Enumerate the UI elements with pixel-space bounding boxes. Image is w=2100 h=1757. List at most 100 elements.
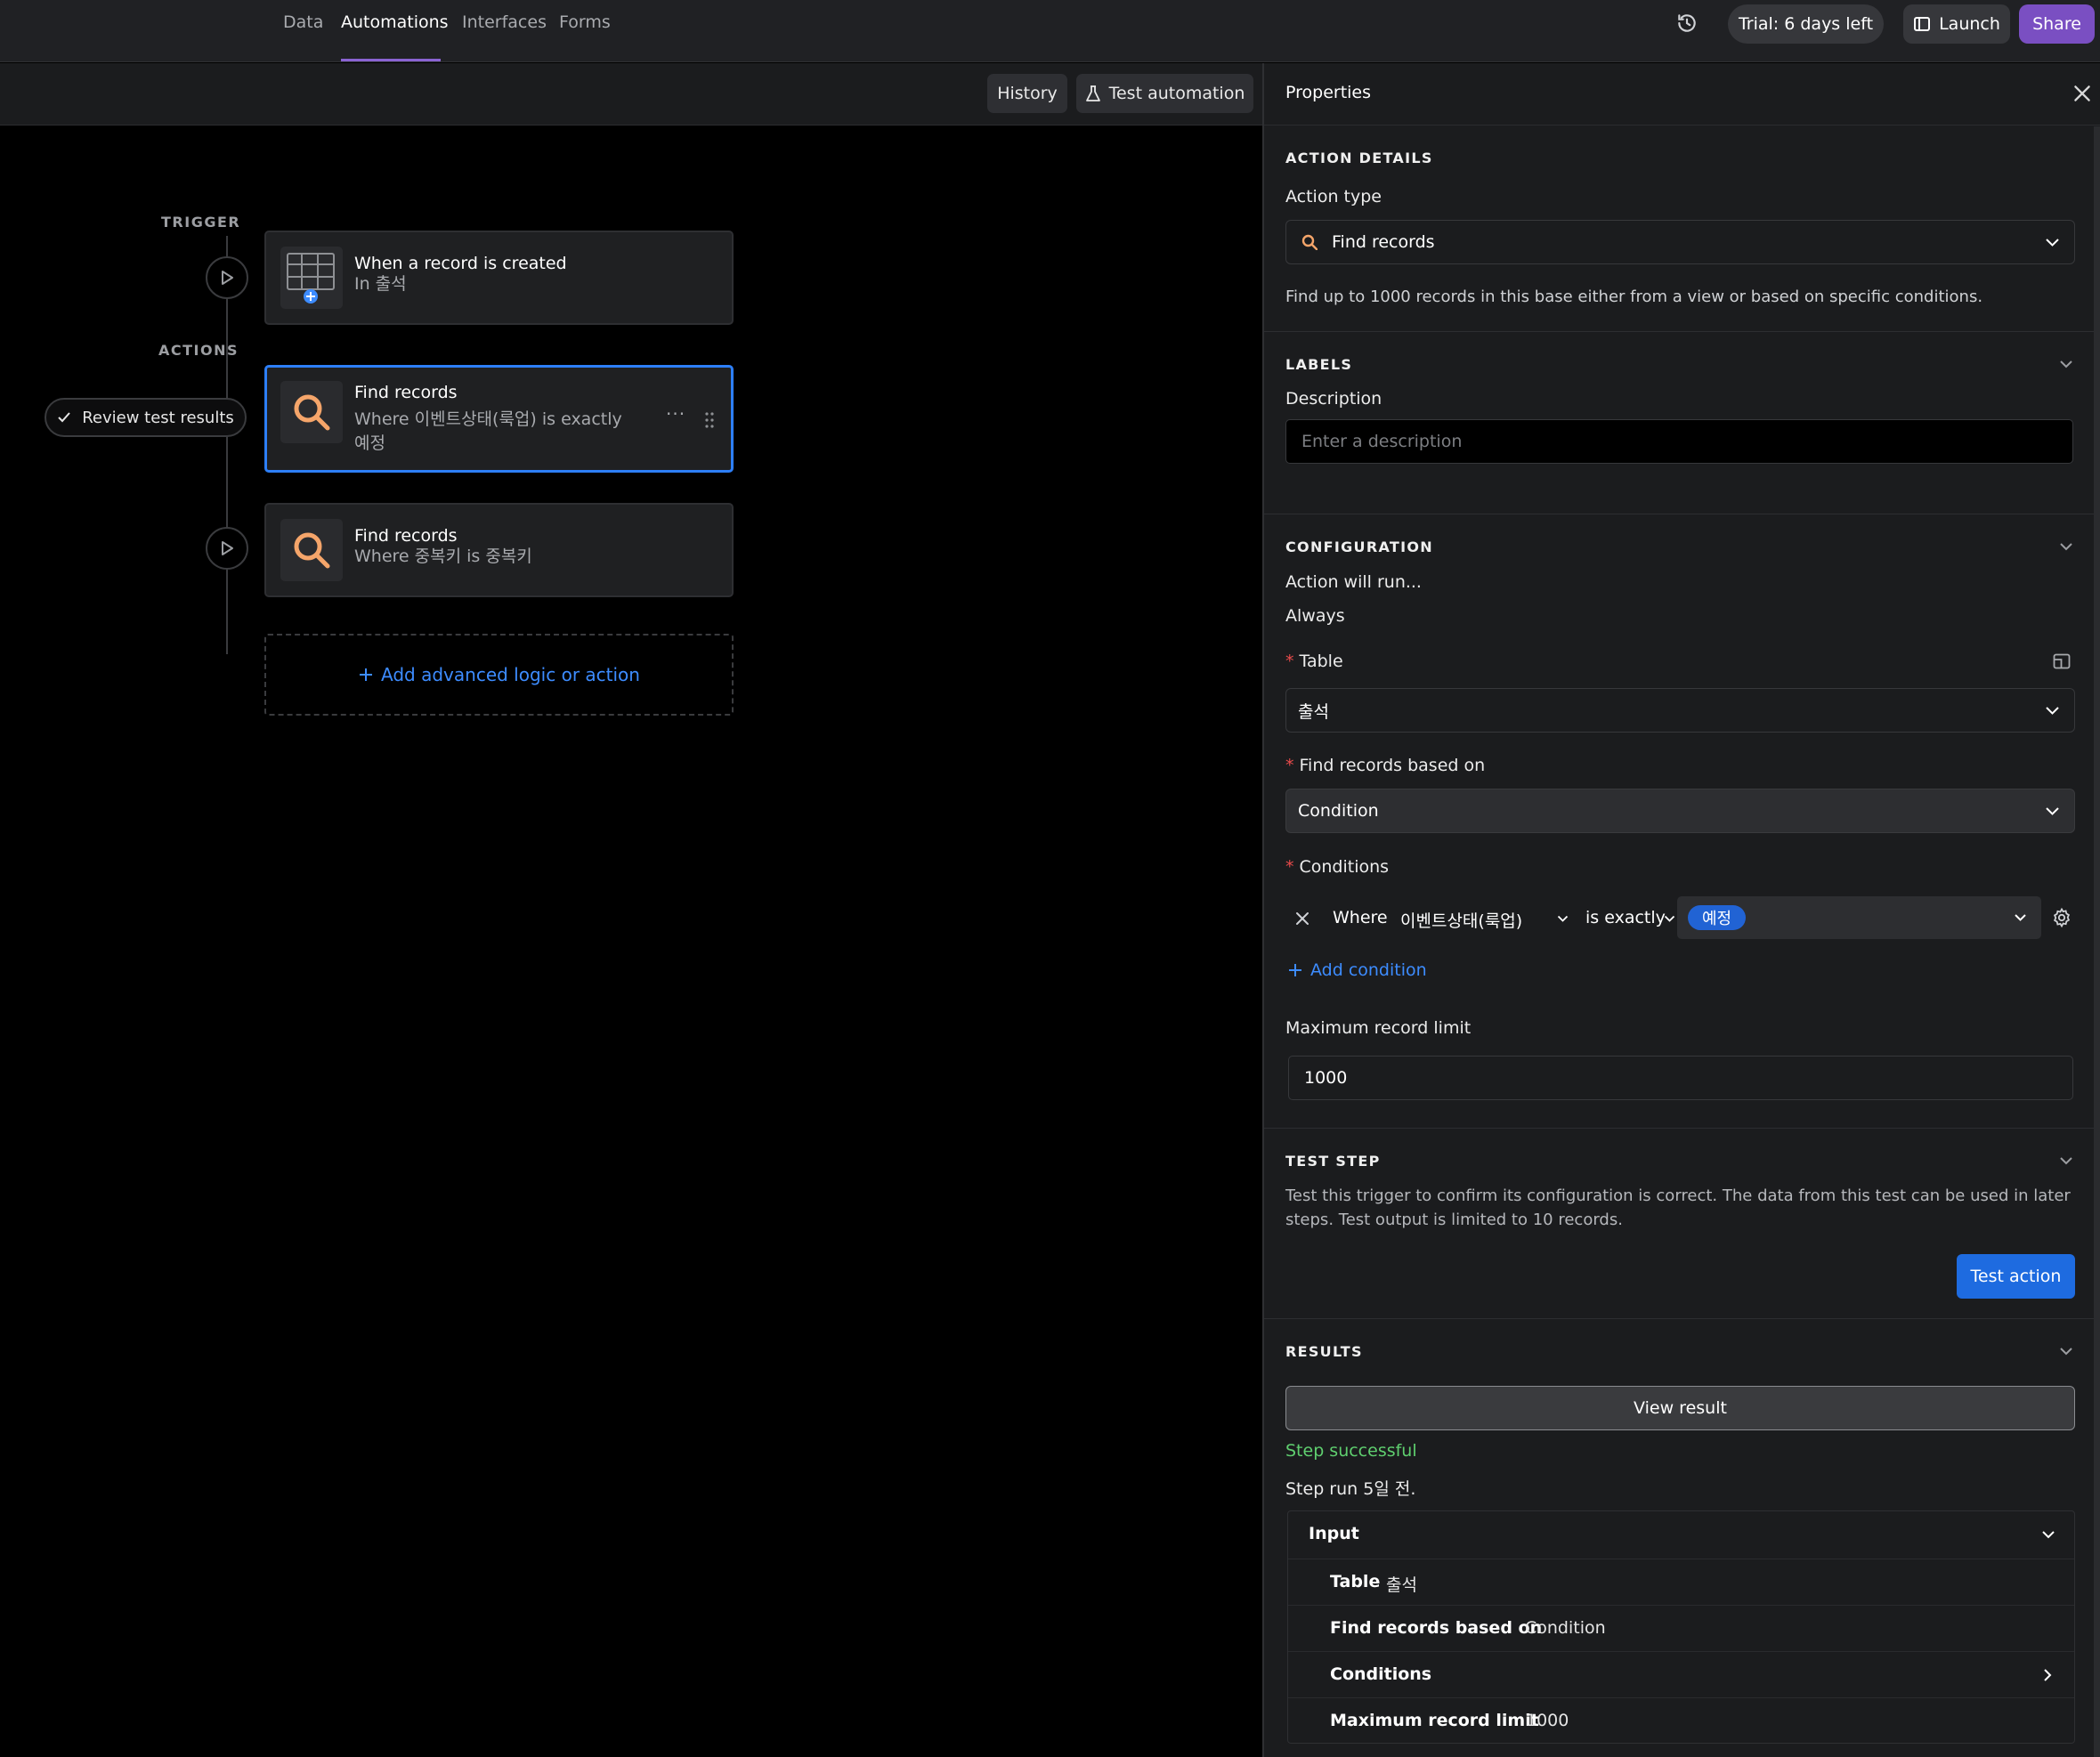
- section-divider: [1264, 331, 2100, 332]
- chevron-down-icon[interactable]: [2058, 1346, 2074, 1356]
- plus-icon: [360, 668, 373, 681]
- plus-icon: [1289, 964, 1301, 976]
- check-icon: [58, 412, 70, 423]
- test-step-heading: TEST STEP: [1285, 1153, 1381, 1170]
- table-label: * Table: [1285, 652, 1343, 671]
- expand-panel-icon[interactable]: [2053, 653, 2071, 669]
- drag-handle-icon[interactable]: [705, 412, 714, 428]
- conditions-label: * Conditions: [1285, 857, 1390, 877]
- run-value: Always: [1285, 606, 1345, 626]
- action-card-find-records-1[interactable]: Find records Where 이벤트상태(룩업) is exactly …: [264, 365, 734, 473]
- condition-value-tag: 예정: [1688, 905, 1747, 930]
- section-divider: [1264, 1128, 2100, 1129]
- test-step-text-line1: Test this trigger to confirm its configu…: [1285, 1186, 2071, 1205]
- review-test-results-button[interactable]: Review test results: [45, 398, 247, 437]
- test-action-button[interactable]: Test action: [1957, 1254, 2075, 1299]
- action-details-heading: ACTION DETAILS: [1285, 150, 1433, 166]
- action-type-select[interactable]: Find records: [1285, 220, 2075, 264]
- input-row-based-on: Find records based on Condition: [1288, 1605, 2074, 1651]
- share-button[interactable]: Share: [2019, 4, 2095, 44]
- max-limit-value: 1000: [1304, 1068, 1348, 1088]
- search-icon: [280, 519, 343, 581]
- chevron-down-icon: [2046, 707, 2059, 715]
- tab-data[interactable]: Data: [283, 12, 323, 32]
- gear-icon[interactable]: [2051, 907, 2072, 928]
- tab-interfaces[interactable]: Interfaces: [462, 12, 547, 32]
- configuration-heading: CONFIGURATION: [1285, 538, 1433, 555]
- chevron-down-icon[interactable]: [2058, 359, 2074, 369]
- launch-icon: [1914, 17, 1931, 31]
- condition-where: Where: [1333, 908, 1388, 927]
- table-value: 출석: [1298, 701, 1329, 722]
- history-button[interactable]: History: [987, 74, 1067, 113]
- find-based-on-select[interactable]: Condition: [1285, 789, 2075, 833]
- tab-forms[interactable]: Forms: [559, 12, 611, 32]
- trigger-title: When a record is created: [354, 254, 567, 273]
- remove-condition-icon[interactable]: [1294, 911, 1310, 927]
- results-heading: RESULTS: [1285, 1343, 1363, 1360]
- description-label: Description: [1285, 389, 1382, 409]
- input-row-conditions[interactable]: Conditions: [1288, 1651, 2074, 1697]
- input-key: Table: [1330, 1572, 1381, 1591]
- input-key: Maximum record limit: [1330, 1711, 1539, 1730]
- add-logic-or-action-button[interactable]: Add advanced logic or action: [264, 634, 734, 716]
- review-label: Review test results: [82, 408, 234, 427]
- test-automation-button[interactable]: Test automation: [1076, 74, 1253, 113]
- input-row-table: Table 출석: [1288, 1559, 2074, 1605]
- chevron-down-icon[interactable]: [2041, 1530, 2055, 1540]
- share-label: Share: [2032, 14, 2081, 34]
- step-status: Step successful: [1285, 1441, 1417, 1461]
- chevron-down-icon[interactable]: [1664, 915, 1675, 923]
- play-icon: [222, 541, 233, 555]
- action1-subtitle-line2: 예정: [354, 433, 385, 453]
- view-result-button[interactable]: View result: [1285, 1386, 2075, 1430]
- chevron-down-icon[interactable]: [2058, 1155, 2074, 1166]
- condition-value-select[interactable]: 예정: [1677, 896, 2041, 939]
- close-icon[interactable]: [2071, 82, 2094, 105]
- trigger-card[interactable]: When a record is created In 출석: [264, 231, 734, 325]
- history-icon[interactable]: [1675, 12, 1699, 35]
- trigger-run-button[interactable]: [206, 256, 248, 299]
- play-icon: [222, 271, 233, 285]
- description-input[interactable]: Enter a description: [1285, 419, 2073, 464]
- trial-badge[interactable]: Trial: 6 days left: [1728, 4, 1884, 44]
- condition-row: Where 이벤트상태(룩업) is exactly 예정: [1285, 896, 2075, 941]
- based-on-value: Condition: [1298, 801, 1379, 821]
- action2-subtitle: Where 중복키 is 중복키: [354, 547, 532, 566]
- condition-field[interactable]: 이벤트상태(룩업): [1400, 908, 1522, 932]
- panel-scrollbar[interactable]: [2094, 126, 2100, 1757]
- table-select[interactable]: 출석: [1285, 688, 2075, 733]
- launch-button[interactable]: Launch: [1903, 4, 2010, 44]
- condition-operator[interactable]: is exactly: [1585, 908, 1666, 927]
- test-automation-label: Test automation: [1108, 84, 1245, 103]
- chevron-down-icon[interactable]: [2058, 541, 2074, 552]
- input-heading[interactable]: Input: [1309, 1524, 1359, 1543]
- description-placeholder: Enter a description: [1301, 432, 1463, 451]
- tab-automations[interactable]: Automations: [341, 12, 449, 32]
- actions-label: ACTIONS: [158, 342, 239, 359]
- test-step-text-line2: steps. Test output is limited to 10 reco…: [1285, 1210, 1623, 1229]
- chevron-down-icon[interactable]: [1557, 915, 1569, 923]
- more-menu-icon[interactable]: ···: [666, 403, 685, 425]
- trigger-label: TRIGGER: [161, 214, 241, 231]
- action1-title: Find records: [354, 383, 458, 402]
- search-icon: [1301, 234, 1318, 250]
- based-on-label: * Find records based on: [1285, 756, 1486, 775]
- action-type-description: Find up to 1000 records in this base eit…: [1285, 287, 1983, 306]
- step-run-time: Step run 5일 전.: [1285, 1479, 1416, 1499]
- search-icon: [280, 381, 343, 443]
- action-card-find-records-2[interactable]: Find records Where 중복키 is 중복키: [264, 503, 734, 597]
- launch-label: Launch: [1939, 14, 2000, 34]
- input-value: Condition: [1525, 1618, 1606, 1638]
- input-results-box: Input Table 출석 Find records based on Con…: [1287, 1510, 2075, 1744]
- action2-run-button[interactable]: [206, 527, 248, 570]
- action2-title: Find records: [354, 526, 458, 546]
- chevron-down-icon: [2046, 807, 2059, 815]
- action-type-value: Find records: [1332, 232, 1435, 252]
- add-condition-button[interactable]: Add condition: [1287, 960, 1427, 980]
- test-action-label: Test action: [1970, 1267, 2062, 1286]
- input-value: 1000: [1526, 1711, 1569, 1730]
- active-tab-indicator: [341, 59, 441, 61]
- panel-title: Properties: [1285, 83, 1372, 102]
- max-limit-input[interactable]: 1000: [1288, 1056, 2073, 1100]
